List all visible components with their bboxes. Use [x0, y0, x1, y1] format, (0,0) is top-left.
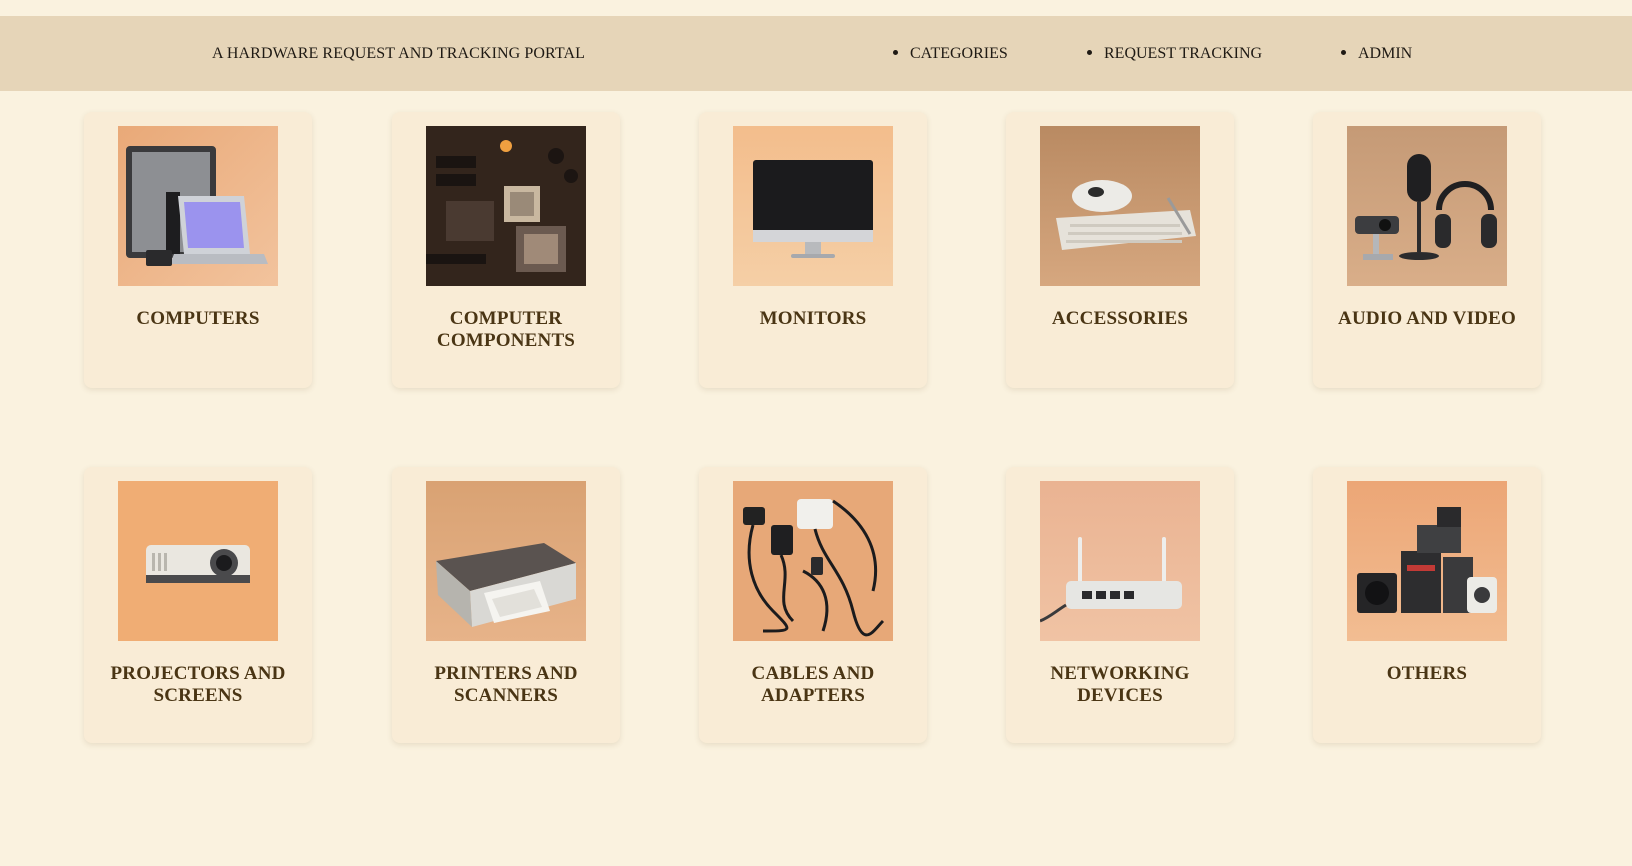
monitors-image	[733, 126, 893, 286]
category-card-monitors[interactable]: MONITORS	[699, 112, 927, 388]
category-card-computers[interactable]: COMPUTERS	[84, 112, 312, 388]
category-card-audio-and-video[interactable]: AUDIO AND VIDEO	[1313, 112, 1541, 388]
category-card-printers-and-scanners[interactable]: PRINTERS AND SCANNERS	[392, 467, 620, 743]
category-title: MONITORS	[759, 308, 867, 329]
networking-image	[1040, 481, 1200, 641]
accessories-image	[1040, 126, 1200, 286]
category-card-cables-and-adapters[interactable]: CABLES AND ADAPTERS	[699, 467, 927, 743]
category-title: COMPUTERS	[136, 308, 260, 329]
computer-components-image	[426, 126, 586, 286]
audio-video-image	[1347, 126, 1507, 286]
category-title: NETWORKING DEVICES	[1050, 663, 1190, 706]
category-card-others[interactable]: OTHERS	[1313, 467, 1541, 743]
category-title: AUDIO AND VIDEO	[1338, 308, 1516, 329]
category-card-networking-devices[interactable]: NETWORKING DEVICES	[1006, 467, 1234, 743]
category-card-projectors-and-screens[interactable]: PROJECTORS AND SCREENS	[84, 467, 312, 743]
category-card-accessories[interactable]: ACCESSORIES	[1006, 112, 1234, 388]
printers-image	[426, 481, 586, 641]
others-image	[1347, 481, 1507, 641]
computers-image	[118, 126, 278, 286]
category-title: COMPUTER COMPONENTS	[436, 308, 576, 351]
projectors-image	[118, 481, 278, 641]
category-title: PRINTERS AND SCANNERS	[434, 663, 578, 706]
category-title: CABLES AND ADAPTERS	[751, 663, 875, 706]
category-title: PROJECTORS AND SCREENS	[110, 663, 286, 706]
category-title: ACCESSORIES	[1051, 308, 1189, 329]
category-card-computer-components[interactable]: COMPUTER COMPONENTS	[392, 112, 620, 388]
cables-image	[733, 481, 893, 641]
category-title: OTHERS	[1386, 663, 1468, 684]
category-grid: COMPUTERS COMPUTER COMPONENTS MONITORS A…	[0, 0, 1632, 866]
